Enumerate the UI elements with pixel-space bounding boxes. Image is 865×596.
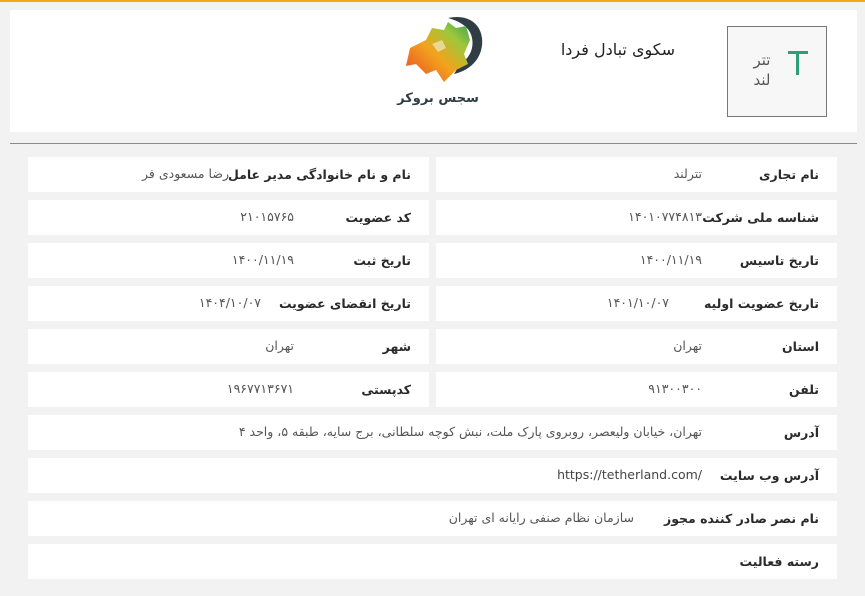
registered-label: تاریخ ثبت <box>353 253 411 268</box>
initial-membership-value: ۱۴۰۱/۱۰/۰۷ <box>606 295 669 310</box>
national-id-label: شناسه ملی شرکت <box>702 210 819 225</box>
row-license-issuer: نام نصر صادر کننده مجوز سازمان نظام صنفی… <box>28 501 837 536</box>
phone-value: ۹۱۳۰۰۳۰۰ <box>648 381 702 396</box>
svg-text:لند: لند <box>754 71 771 89</box>
city-value: تهران <box>265 338 294 353</box>
page-title: سکوی تبادل فردا <box>560 40 675 59</box>
founded-value: ۱۴۰۰/۱۱/۱۹ <box>639 252 702 267</box>
address-label: آدرس <box>783 425 819 440</box>
row-founded: تاریخ تاسیس ۱۴۰۰/۱۱/۱۹ <box>436 243 837 278</box>
province-value: تهران <box>673 338 702 353</box>
page-header: سجس بروکر سکوی تبادل فردا تتر لند <box>10 10 857 132</box>
row-city: شهر تهران <box>28 329 429 364</box>
postal-code-value: ۱۹۶۷۷۱۳۶۷۱ <box>226 381 294 396</box>
row-postal-code: کدپستی ۱۹۶۷۷۱۳۶۷۱ <box>28 372 429 407</box>
company-logo: تتر لند <box>727 26 827 117</box>
website-label: آدرس وب سایت <box>719 468 819 483</box>
row-ceo: نام و نام خانوادگی مدیر عامل رضا مسعودی … <box>28 157 429 192</box>
broker-logo: سجس بروکر <box>386 4 496 118</box>
founded-label: تاریخ تاسیس <box>739 253 819 268</box>
membership-expiry-value: ۱۴۰۴/۱۰/۰۷ <box>198 295 261 310</box>
membership-expiry-label: تاریخ انقضای عضویت <box>278 296 411 311</box>
address-value: تهران، خیابان ولیعصر، روبروی پارک ملت، ن… <box>238 424 702 439</box>
top-accent-bar <box>0 0 865 2</box>
license-issuer-value: سازمان نظام صنفی رایانه ای تهران <box>448 510 634 525</box>
row-address: آدرس تهران، خیابان ولیعصر، روبروی پارک م… <box>28 415 837 450</box>
row-registered: تاریخ ثبت ۱۴۰۰/۱۱/۱۹ <box>28 243 429 278</box>
row-activity: رسته فعالیت <box>28 544 837 579</box>
ceo-value: رضا مسعودی فر <box>142 166 229 181</box>
trade-name-label: نام تجاری <box>759 167 819 182</box>
trade-name-value: تترلند <box>673 166 702 181</box>
national-id-value: ۱۴۰۱۰۷۷۴۸۱۳ <box>628 209 702 224</box>
row-national-id: شناسه ملی شرکت ۱۴۰۱۰۷۷۴۸۱۳ <box>436 200 837 235</box>
row-province: استان تهران <box>436 329 837 364</box>
member-code-value: ۲۱۰۱۵۷۶۵ <box>240 209 294 224</box>
registered-value: ۱۴۰۰/۱۱/۱۹ <box>231 252 294 267</box>
row-membership-expiry: تاریخ انقضای عضویت ۱۴۰۴/۱۰/۰۷ <box>28 286 429 321</box>
header-divider <box>10 143 857 144</box>
row-trade-name: نام تجاری تترلند <box>436 157 837 192</box>
row-phone: تلفن ۹۱۳۰۰۳۰۰ <box>436 372 837 407</box>
row-website: آدرس وب سایت https://tetherland.com/ <box>28 458 837 493</box>
ceo-label: نام و نام خانوادگی مدیر عامل <box>227 167 411 182</box>
row-member-code: کد عضویت ۲۱۰۱۵۷۶۵ <box>28 200 429 235</box>
activity-label: رسته فعالیت <box>739 554 820 569</box>
svg-text:سجس بروکر: سجس بروکر <box>396 91 479 106</box>
svg-text:تتر: تتر <box>753 51 771 69</box>
row-initial-membership: تاریخ عضویت اولیه ۱۴۰۱/۱۰/۰۷ <box>436 286 837 321</box>
initial-membership-label: تاریخ عضویت اولیه <box>703 296 819 311</box>
license-issuer-label: نام نصر صادر کننده مجوز <box>664 511 819 526</box>
member-code-label: کد عضویت <box>345 210 411 225</box>
phone-label: تلفن <box>788 382 819 397</box>
city-label: شهر <box>382 339 411 354</box>
province-label: استان <box>781 339 819 354</box>
postal-code-label: کدپستی <box>361 382 411 397</box>
website-link[interactable]: https://tetherland.com/ <box>557 458 702 491</box>
